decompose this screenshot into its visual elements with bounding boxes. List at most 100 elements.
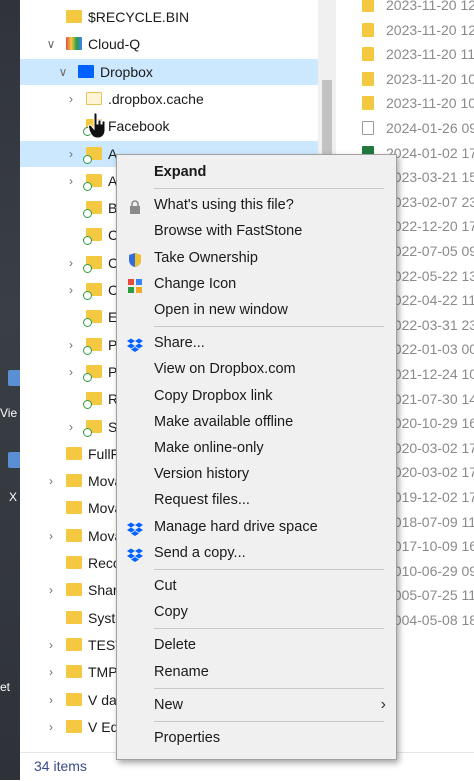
chevron-right-icon[interactable]: › [64,168,78,194]
tree-row-label: FullF [88,445,120,462]
folder-icon [362,22,374,37]
folder-icon [66,10,82,23]
menu-item-label: Browse with FastStone [154,223,303,240]
menu-item-copy[interactable]: Copy [117,599,396,625]
date-modified: 2022-05-22 13 [386,267,474,284]
menu-item-label: Make available offline [154,413,294,430]
chevron-right-icon[interactable]: › [44,714,58,740]
tree-row-label: .dropbox.cache [108,90,204,107]
menu-item-properties[interactable]: Properties [117,725,396,751]
change-icon-icon [127,276,143,293]
menu-item-rename[interactable]: Rename [117,659,396,685]
desktop-strip: Vie X et [0,0,22,780]
menu-item-label: Cut [154,578,177,594]
menu-item-label: Send a copy... [154,544,246,561]
chevron-right-icon[interactable]: › [64,277,78,303]
folder-icon [66,501,82,515]
dropbox-icon [127,335,143,353]
menu-item-label: Share... [154,335,205,352]
folder-icon [66,610,82,624]
sync-check-icon [83,345,92,355]
chevron-right-icon[interactable]: › [44,632,58,658]
dropbox-icon [78,64,94,78]
menu-item-request-files[interactable]: Request files... [117,487,396,513]
folder-icon [83,337,102,355]
chevron-right-icon[interactable]: › [44,577,58,603]
folder-icon [66,692,82,706]
menu-item-open-in-new-window[interactable]: Open in new window [117,297,396,323]
menu-item-label: What's using this file? [154,197,294,214]
menu-item-expand[interactable]: Expand [117,159,396,185]
tree-row[interactable]: ∨ Dropbox [20,58,318,85]
menu-item-new[interactable]: New › [117,692,396,718]
lock-icon [127,197,143,215]
folder-icon [66,446,82,460]
menu-item-manage-hard-drive-space[interactable]: Manage hard drive space [117,514,396,540]
menu-item-take-ownership[interactable]: Take Ownership [117,245,396,271]
dropbox-icon [127,519,143,536]
chevron-right-icon[interactable]: › [64,141,78,167]
date-modified: 2004-05-08 18 [386,612,474,628]
folder-icon [66,665,82,679]
date-modified: 2024-01-26 09 [386,120,474,136]
menu-item-copy-dropbox-link[interactable]: Copy Dropbox link [117,383,396,409]
chevron-right-icon[interactable]: › [44,687,58,713]
folder-icon [66,637,82,651]
menu-item-label: Change Icon [154,275,237,292]
menu-item-version-history[interactable]: Version history [117,461,396,487]
folder-icon [66,528,82,542]
folder-icon [66,556,82,569]
folder-icon [83,310,102,328]
tree-row[interactable]: ∨ Cloud-Q [20,31,318,57]
menu-item-what-s-using-this-file[interactable]: What's using this file? [117,192,396,218]
chevron-right-icon[interactable]: › [64,250,78,276]
detail-row[interactable]: 2023-11-20 12 [336,0,474,18]
tree-row-label: TMP [88,664,118,681]
menu-separator [154,326,384,328]
menu-item-delete[interactable]: Delete [117,632,396,658]
folder-icon [362,71,374,86]
chevron-right-icon[interactable]: › [44,523,58,549]
folder-icon [66,37,82,51]
menu-item-change-icon[interactable]: Change Icon [117,271,396,297]
menu-item-label: Take Ownership [154,249,258,266]
menu-item-make-online-only[interactable]: Make online-only [117,435,396,461]
tree-row[interactable]: $RECYCLE.BIN [20,4,318,30]
chevron-right-icon[interactable]: › [64,414,78,440]
date-modified: 2022-01-03 00 [386,341,474,358]
menu-item-label: Copy [154,604,188,621]
folder-icon [66,474,82,488]
chevron-right-icon[interactable]: › [64,359,78,385]
folder-icon [83,392,102,410]
menu-item-send-a-copy[interactable]: Send a copy... [117,540,396,566]
detail-row[interactable]: 2023-11-20 12 [336,17,474,43]
tree-row-label: Facebook [108,118,170,135]
menu-item-label: Expand [154,164,207,180]
sync-check-icon [83,291,92,300]
chevron-down-icon[interactable]: ∨ [56,59,70,85]
chevron-right-icon[interactable]: › [44,659,58,685]
chevron-right-icon[interactable]: › [64,332,78,358]
menu-item-label: Request files... [154,492,250,509]
detail-row[interactable]: 2023-11-20 11 [336,41,474,67]
detail-row[interactable]: 2023-11-20 10 [336,90,474,116]
item-count: 34 items [34,758,87,774]
chevron-down-icon[interactable]: ∨ [44,31,58,57]
menu-item-share[interactable]: Share... [117,330,396,356]
menu-item-make-available-offline[interactable]: Make available offline [117,409,396,435]
menu-item-browse-with-faststone[interactable]: Browse with FastStone [117,218,396,244]
menu-separator [154,628,384,630]
detail-row[interactable]: 2023-11-20 10 [336,66,474,92]
folder-icon [66,583,82,597]
menu-item-cut[interactable]: Cut [117,573,396,599]
tree-row[interactable]: › .dropbox.cache [20,86,318,112]
folder-icon [83,419,102,437]
tree-row-label: Dropbox [100,63,153,80]
menu-item-label: View on Dropbox.com [154,361,296,378]
menu-item-label: Properties [154,730,221,746]
tree-row[interactable]: Facebook [20,113,318,139]
menu-item-view-on-dropbox-com[interactable]: View on Dropbox.com [117,356,396,382]
chevron-right-icon[interactable]: › [44,468,58,494]
detail-row[interactable]: 2024-01-26 09 [336,115,474,141]
chevron-right-icon[interactable]: › [64,86,78,112]
